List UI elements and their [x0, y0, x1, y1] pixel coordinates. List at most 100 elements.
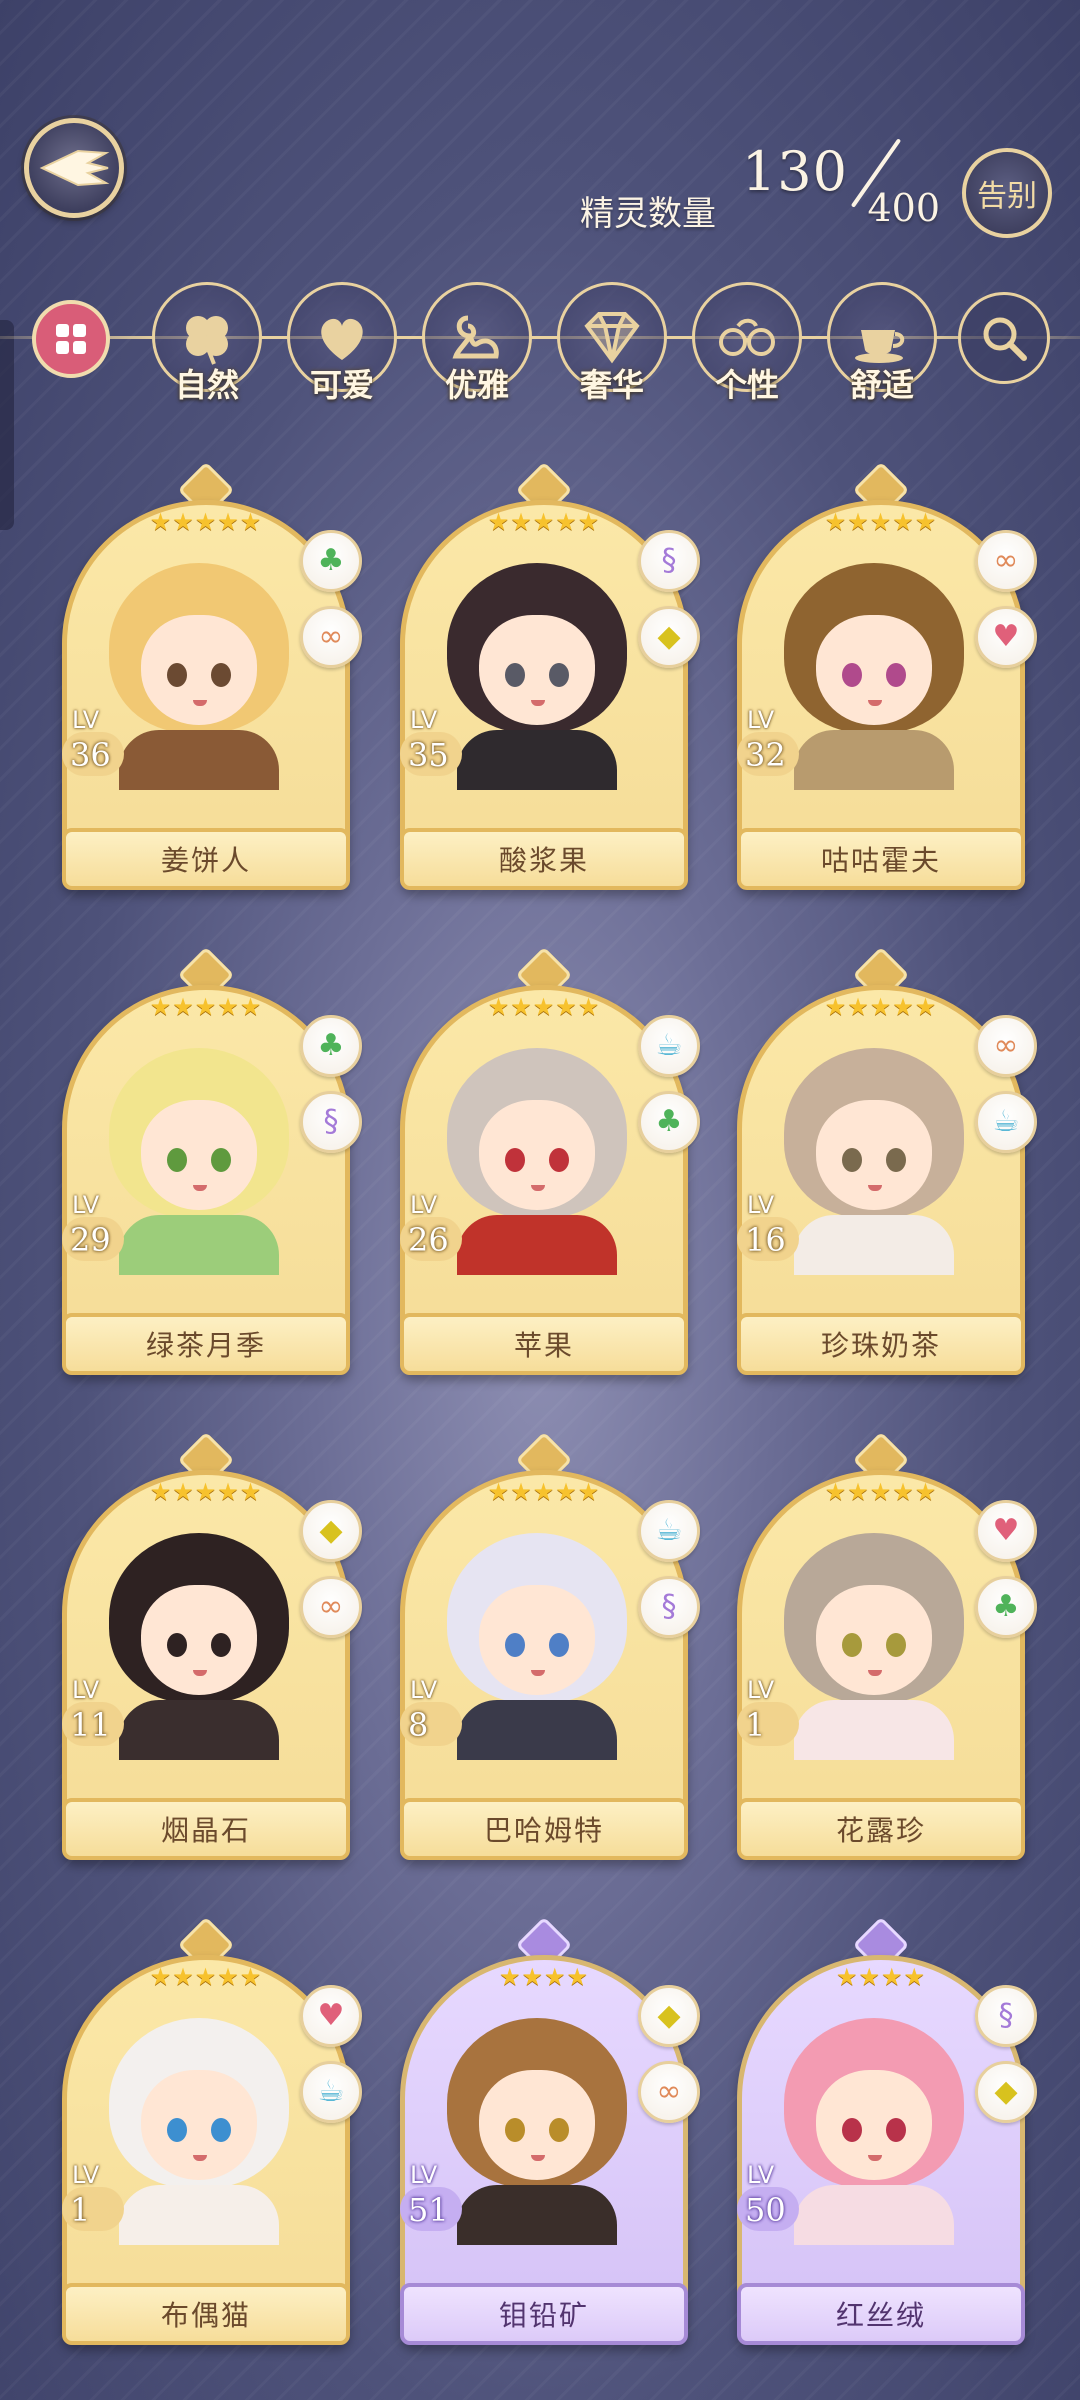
teacup-icon: ☕ [975, 1091, 1037, 1153]
portrait-eye [842, 2118, 862, 2142]
portrait-face [141, 1100, 257, 1210]
portrait-face [141, 2070, 257, 2180]
swan-icon: § [975, 1985, 1037, 2047]
rarity-stars: ★★★★★ [824, 993, 938, 1021]
portrait-eye [211, 2118, 231, 2142]
spirit-name: 酸浆果 [400, 828, 688, 890]
diamond-icon: ◆ [300, 1500, 362, 1562]
portrait-face [816, 2070, 932, 2180]
portrait-outfit [794, 2185, 954, 2245]
portrait-eye [505, 2118, 525, 2142]
portrait-face [479, 615, 595, 725]
heart-icon: ♥ [975, 1500, 1037, 1562]
portrait-outfit [119, 2185, 279, 2245]
level-label: LV [72, 2161, 100, 2189]
portrait-face [479, 1585, 595, 1695]
spirit-name: 珍珠奶茶 [737, 1313, 1025, 1375]
portrait-outfit [794, 1215, 954, 1275]
level-label: LV [410, 706, 438, 734]
level-label: LV [747, 1191, 775, 1219]
level-indicator: LV 32 [737, 706, 807, 776]
level-value: 1 [745, 1706, 766, 1744]
spirit-card[interactable]: ★★★★★ § ◆ LV 35 酸浆果 [400, 461, 700, 890]
teacup-icon: ☕ [638, 1500, 700, 1562]
rarity-stars: ★★★★★ [487, 993, 601, 1021]
level-indicator: LV 11 [62, 1676, 132, 1746]
diamond-icon: ◆ [638, 1985, 700, 2047]
level-value: 16 [745, 1221, 786, 1259]
portrait-eye [886, 1633, 906, 1657]
portrait-outfit [457, 1215, 617, 1275]
portrait-outfit [794, 1700, 954, 1760]
diamond-icon: ◆ [638, 606, 700, 668]
rarity-stars: ★★★★ [835, 1963, 927, 1991]
level-label: LV [410, 1191, 438, 1219]
portrait-eye [167, 1633, 187, 1657]
spirit-card[interactable]: ★★★★★ ♣ § LV 29 绿茶月季 [62, 946, 362, 1375]
level-value: 26 [408, 1221, 449, 1259]
portrait-eye [211, 663, 231, 687]
spirit-card[interactable]: ★★★★★ ♣ ∞ LV 36 姜饼人 [62, 461, 362, 890]
level-value: 36 [70, 736, 111, 774]
heart-icon: ♥ [975, 606, 1037, 668]
rarity-stars: ★★★★★ [149, 508, 263, 536]
portrait-eye [505, 1633, 525, 1657]
spirit-card[interactable]: ★★★★ § ◆ LV 50 红丝绒 [737, 1916, 1037, 2345]
rarity-stars: ★★★★★ [149, 1963, 263, 1991]
rarity-stars: ★★★★★ [824, 1478, 938, 1506]
level-indicator: LV 1 [62, 2161, 132, 2231]
portrait-face [479, 1100, 595, 1210]
portrait-eye [549, 1148, 569, 1172]
clover-icon: ♣ [300, 1015, 362, 1077]
spirit-name: 巴哈姆特 [400, 1798, 688, 1860]
level-label: LV [410, 1676, 438, 1704]
portrait-outfit [119, 1215, 279, 1275]
spirit-card[interactable]: ★★★★★ ☕ § LV 8 巴哈姆特 [400, 1431, 700, 1860]
spirit-card[interactable]: ★★★★ ◆ ∞ LV 51 钼铅矿 [400, 1916, 700, 2345]
level-value: 11 [70, 1706, 111, 1744]
portrait-eye [211, 1633, 231, 1657]
level-value: 51 [408, 2191, 449, 2229]
spirit-card[interactable]: ★★★★★ ☕ ♣ LV 26 苹果 [400, 946, 700, 1375]
portrait-eye [505, 663, 525, 687]
diamond-icon: ◆ [975, 2061, 1037, 2123]
portrait-eye [167, 1148, 187, 1172]
portrait-outfit [119, 730, 279, 790]
glasses-icon: ∞ [975, 1015, 1037, 1077]
level-indicator: LV 50 [737, 2161, 807, 2231]
spirit-card[interactable]: ★★★★★ ∞ ♥ LV 32 咕咕霍夫 [737, 461, 1037, 890]
spirit-grid: ★★★★★ ♣ ∞ LV 36 姜饼人 ★★★★★ § ◆ LV 35 酸浆果 ★★★★★ ∞ ♥ LV 32 咕… [0, 0, 1080, 2400]
heart-icon: ♥ [300, 1985, 362, 2047]
glasses-icon: ∞ [300, 1576, 362, 1638]
level-indicator: LV 1 [737, 1676, 807, 1746]
glasses-icon: ∞ [975, 530, 1037, 592]
portrait-eye [505, 1148, 525, 1172]
rarity-stars: ★★★★★ [487, 1478, 601, 1506]
glasses-icon: ∞ [300, 606, 362, 668]
spirit-card[interactable]: ★★★★★ ♥ ☕ LV 1 布偶猫 [62, 1916, 362, 2345]
portrait-face [141, 615, 257, 725]
level-label: LV [747, 2161, 775, 2189]
level-indicator: LV 36 [62, 706, 132, 776]
portrait-outfit [794, 730, 954, 790]
portrait-eye [886, 1148, 906, 1172]
portrait-eye [549, 2118, 569, 2142]
teacup-icon: ☕ [300, 2061, 362, 2123]
portrait-outfit [457, 730, 617, 790]
portrait-eye [167, 2118, 187, 2142]
swan-icon: § [300, 1091, 362, 1153]
level-value: 8 [408, 1706, 429, 1744]
portrait-eye [549, 1633, 569, 1657]
rarity-stars: ★★★★ [498, 1963, 590, 1991]
rarity-stars: ★★★★★ [149, 993, 263, 1021]
level-indicator: LV 8 [400, 1676, 470, 1746]
level-label: LV [410, 2161, 438, 2189]
rarity-stars: ★★★★★ [487, 508, 601, 536]
spirit-card[interactable]: ★★★★★ ♥ ♣ LV 1 花露珍 [737, 1431, 1037, 1860]
spirit-card[interactable]: ★★★★★ ◆ ∞ LV 11 烟晶石 [62, 1431, 362, 1860]
portrait-eye [549, 663, 569, 687]
spirit-card[interactable]: ★★★★★ ∞ ☕ LV 16 珍珠奶茶 [737, 946, 1037, 1375]
portrait-eye [842, 663, 862, 687]
level-indicator: LV 35 [400, 706, 470, 776]
rarity-stars: ★★★★★ [824, 508, 938, 536]
